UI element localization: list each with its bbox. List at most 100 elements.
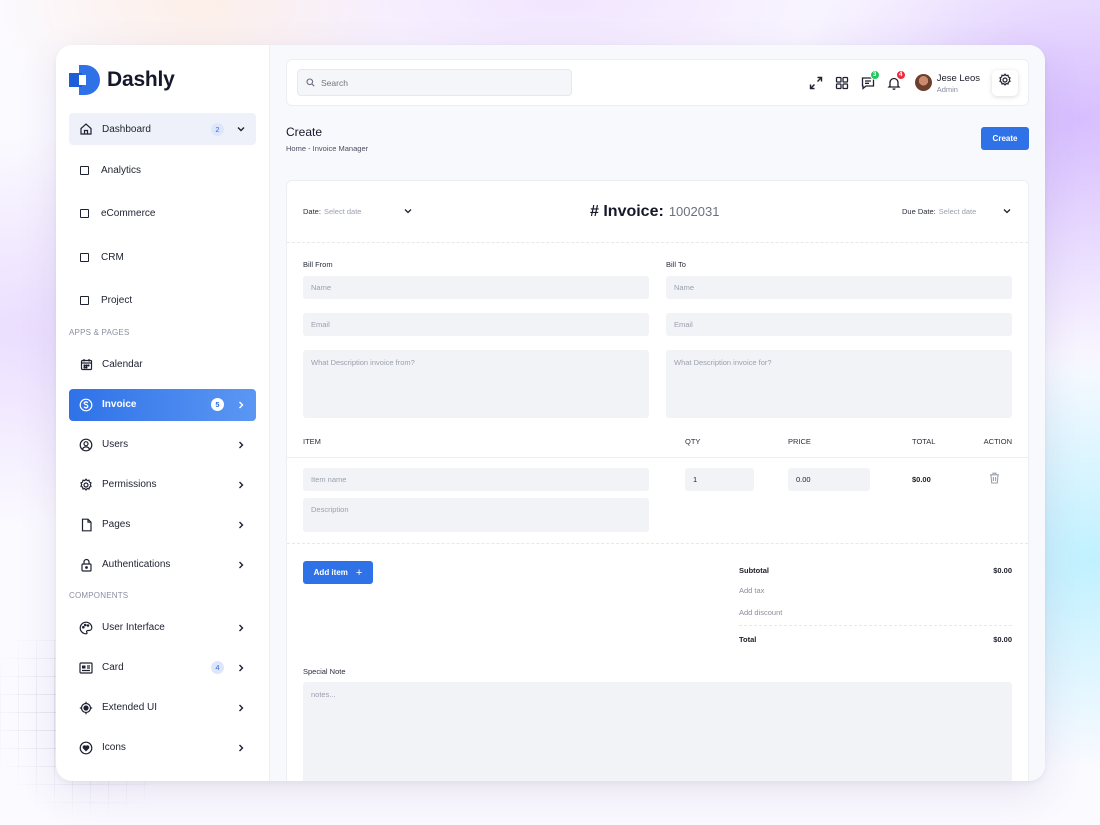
bill-to-email-field[interactable]: Email bbox=[666, 313, 1012, 336]
sidebar-subitem-crm[interactable]: CRM bbox=[69, 240, 256, 275]
top-bar-actions: 3 4 Jese Leos Admin bbox=[798, 69, 1018, 96]
user-circle-icon bbox=[79, 438, 93, 452]
chevron-right-icon bbox=[236, 440, 246, 450]
dashboard-count-badge: 2 bbox=[211, 122, 224, 136]
sidebar-item-invoice[interactable]: Invoice 5 bbox=[69, 388, 256, 421]
sidebar-item-dashboard[interactable]: Dashboard 2 bbox=[69, 113, 256, 145]
sidebar-subitem-label: Project bbox=[101, 294, 133, 306]
sidebar-item-label: Dashboard bbox=[102, 123, 151, 135]
create-button[interactable]: Create bbox=[981, 127, 1029, 150]
notifications-badge: 4 bbox=[895, 69, 906, 80]
brand[interactable]: Dashly bbox=[69, 64, 256, 96]
due-date-label: Due Date: bbox=[902, 207, 936, 216]
subtotal-label: Subtotal bbox=[739, 566, 769, 576]
avatar bbox=[914, 74, 932, 91]
date-placeholder: Select date bbox=[323, 207, 362, 216]
sidebar-item-label: Authentications bbox=[102, 559, 171, 571]
sidebar-item-label: Icons bbox=[102, 742, 126, 754]
due-date-picker[interactable]: Due Date: Select date bbox=[902, 203, 1012, 221]
sidebar-item-label: Pages bbox=[102, 519, 131, 531]
sidebar-subitem-project[interactable]: Project bbox=[69, 283, 256, 318]
chevron-right-icon bbox=[236, 663, 246, 673]
search-box[interactable] bbox=[297, 69, 572, 96]
add-item-label: Add item bbox=[313, 568, 348, 577]
price-field[interactable]: 0.00 bbox=[788, 468, 870, 491]
chevron-right-icon bbox=[236, 520, 246, 530]
invoice-body: Bill From Name Email What Description in… bbox=[287, 260, 1028, 781]
bell-icon[interactable]: 4 bbox=[886, 69, 906, 91]
bill-to-name-field[interactable]: Name bbox=[666, 276, 1012, 299]
messages-icon[interactable]: 3 bbox=[860, 69, 880, 91]
chevron-right-icon bbox=[236, 480, 246, 490]
items-table-header: ITEM QTY PRICE TOTAL ACTION bbox=[287, 426, 1028, 458]
add-tax-link[interactable]: Add tax bbox=[739, 586, 764, 595]
notes-field[interactable]: notes... bbox=[303, 682, 1012, 781]
user-menu[interactable]: Jese Leos Admin bbox=[914, 72, 980, 94]
calendar-icon bbox=[79, 358, 93, 372]
file-icon bbox=[79, 518, 93, 532]
sidebar-item-card[interactable]: Card 4 bbox=[69, 652, 256, 684]
column-header-item: ITEM bbox=[303, 437, 321, 446]
add-item-button[interactable]: Add item + bbox=[303, 561, 373, 584]
plus-icon: + bbox=[355, 566, 363, 579]
special-note-label: Special Note bbox=[303, 667, 346, 676]
bill-to-description-field[interactable]: What Description invoice for? bbox=[666, 350, 1012, 418]
gear-icon bbox=[79, 478, 93, 492]
breadcrumb[interactable]: Home - Invoice Manager bbox=[286, 144, 368, 153]
sidebar-item-extended-ui[interactable]: Extended UI bbox=[69, 692, 256, 724]
item-name-field[interactable]: Item name bbox=[303, 468, 649, 491]
sidebar-item-label: User Interface bbox=[102, 622, 165, 634]
bill-from-email-field[interactable]: Email bbox=[303, 313, 649, 336]
chevron-right-icon bbox=[236, 703, 246, 713]
column-header-price: PRICE bbox=[788, 437, 811, 446]
square-bullet-icon bbox=[80, 166, 89, 175]
search-input[interactable] bbox=[321, 77, 563, 88]
sidebar-item-pages[interactable]: Pages bbox=[69, 509, 256, 541]
settings-button[interactable] bbox=[992, 69, 1018, 96]
invoice-card: Date: Select date # Invoice: 1002031 Due … bbox=[286, 180, 1029, 781]
add-discount-link[interactable]: Add discount bbox=[739, 608, 782, 617]
sidebar-subitem-ecommerce[interactable]: eCommerce bbox=[69, 196, 256, 231]
trash-icon bbox=[989, 471, 1000, 489]
bill-to-column: Bill To Name Email What Description invo… bbox=[666, 260, 1012, 418]
fullscreen-icon[interactable] bbox=[808, 75, 824, 91]
sidebar-item-label: Invoice bbox=[102, 399, 137, 411]
item-description-field[interactable]: Description bbox=[303, 498, 649, 532]
qty-field[interactable]: 1 bbox=[685, 468, 754, 491]
sidebar-item-calendar[interactable]: Calendar bbox=[69, 349, 256, 381]
sidebar-subitem-label: CRM bbox=[101, 251, 124, 263]
date-label: Date: bbox=[303, 207, 321, 216]
sidebar-item-authentications[interactable]: Authentications bbox=[69, 549, 256, 581]
sidebar-subitem-analytics[interactable]: Analytics bbox=[69, 153, 256, 188]
apps-grid-icon[interactable] bbox=[834, 75, 850, 91]
sidebar-item-users[interactable]: Users bbox=[69, 429, 256, 461]
user-name: Jese Leos bbox=[936, 72, 980, 84]
square-bullet-icon bbox=[80, 295, 89, 305]
delete-item-button[interactable] bbox=[989, 468, 1000, 491]
sidebar-item-label: Card bbox=[102, 662, 124, 674]
page-title: Create bbox=[286, 125, 323, 139]
billing-section: Bill From Name Email What Description in… bbox=[303, 260, 1012, 418]
square-bullet-icon bbox=[80, 209, 89, 219]
chevron-right-icon bbox=[236, 743, 246, 753]
sidebar-item-icons[interactable]: Icons bbox=[69, 732, 256, 764]
bill-from-description-field[interactable]: What Description invoice from? bbox=[303, 350, 649, 418]
chevron-down-icon bbox=[1002, 203, 1012, 221]
gear-icon bbox=[998, 73, 1012, 92]
card-count-badge: 4 bbox=[211, 661, 224, 675]
total-row: Total $0.00 bbox=[739, 626, 1012, 653]
sidebar-item-label: Permissions bbox=[102, 479, 157, 491]
subtotal-row: Subtotal $0.00 bbox=[739, 561, 1012, 581]
sidebar-item-label: Extended UI bbox=[102, 702, 158, 714]
sidebar-item-user-interface[interactable]: User Interface bbox=[69, 612, 256, 644]
date-picker[interactable]: Date: Select date bbox=[303, 203, 413, 221]
bill-to-label: Bill To bbox=[666, 260, 686, 269]
add-discount-row[interactable]: Add discount bbox=[739, 600, 1012, 626]
bill-from-column: Bill From Name Email What Description in… bbox=[303, 260, 649, 418]
search-icon bbox=[306, 74, 315, 92]
add-tax-row[interactable]: Add tax bbox=[739, 581, 1012, 601]
bill-from-name-field[interactable]: Name bbox=[303, 276, 649, 299]
sidebar-item-permissions[interactable]: Permissions bbox=[69, 469, 256, 501]
total-label: Total bbox=[739, 635, 757, 644]
section-label-components: COMPONENTS bbox=[69, 590, 129, 600]
